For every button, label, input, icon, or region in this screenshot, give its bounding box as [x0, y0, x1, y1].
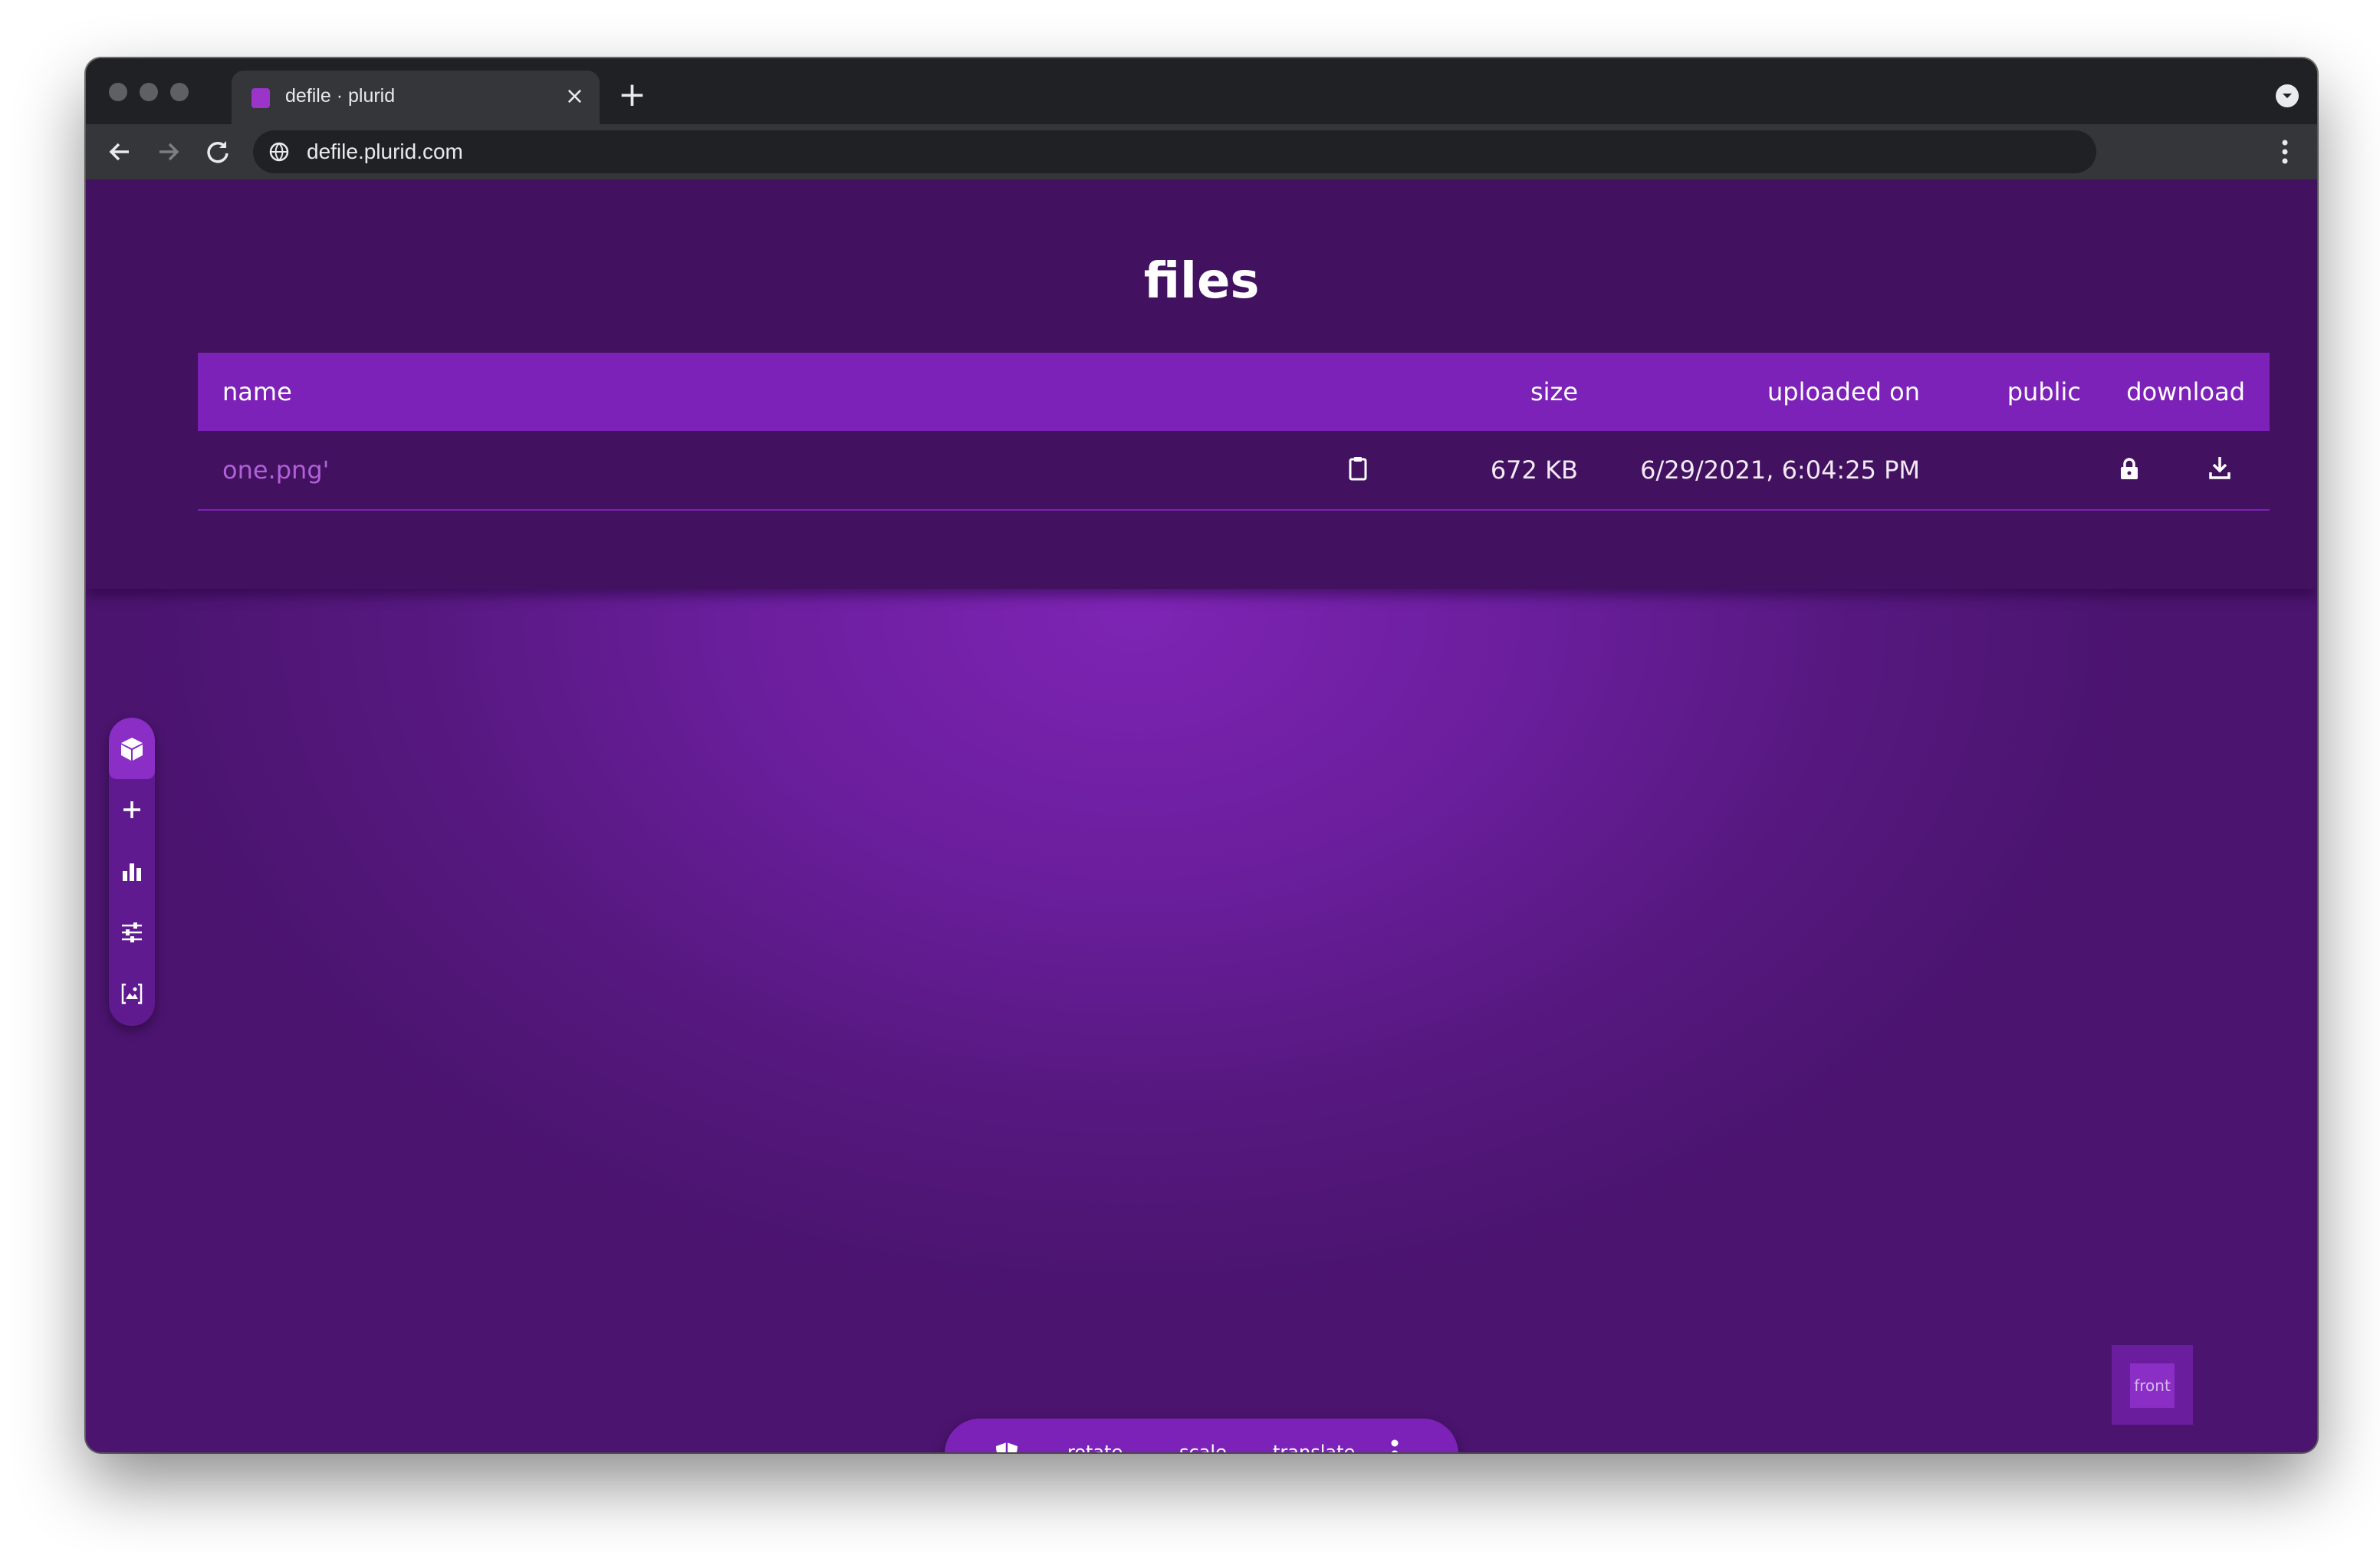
sliders-icon[interactable]: [109, 902, 155, 963]
back-arrow-icon[interactable]: [104, 136, 135, 167]
lock-icon[interactable]: [2119, 457, 2139, 486]
plurid-favicon-icon: [251, 88, 270, 108]
address-bar[interactable]: defile.plurid.com: [253, 130, 2096, 173]
minimize-window-button[interactable]: [140, 83, 158, 101]
rotate-button[interactable]: rotate: [1067, 1442, 1123, 1452]
close-window-button[interactable]: [109, 83, 127, 101]
tab-bar: defile · plurid × +: [86, 58, 2317, 124]
tab-search-icon[interactable]: [2276, 84, 2299, 107]
forward-arrow-icon[interactable]: [153, 136, 184, 167]
header-name: name: [222, 377, 292, 406]
translate-button[interactable]: translate: [1273, 1442, 1355, 1452]
globe-icon: [268, 141, 290, 163]
scale-button[interactable]: scale: [1179, 1442, 1227, 1452]
table-header: name size uploaded on public download: [198, 353, 2270, 431]
download-icon[interactable]: [2208, 455, 2231, 486]
table-row: one.png' 672 KB 6/29/2021, 6:04:25 PM: [198, 431, 2270, 511]
shield-icon[interactable]: [994, 1440, 1020, 1452]
side-toolbar: [109, 718, 155, 1026]
clipboard-icon[interactable]: [1348, 455, 1368, 488]
view-cube[interactable]: front: [2112, 1345, 2193, 1425]
cube-icon[interactable]: [109, 718, 155, 779]
browser-tab[interactable]: defile · plurid ×: [232, 71, 600, 124]
header-public: public: [2007, 377, 2081, 406]
header-download: download: [2126, 377, 2245, 406]
header-uploaded-on: uploaded on: [1767, 377, 1920, 406]
view-cube-face-front[interactable]: front: [2130, 1363, 2175, 1408]
transform-toolbar: rotate scale translate: [945, 1419, 1458, 1452]
more-options-icon[interactable]: [1391, 1439, 1399, 1452]
browser-window: defile · plurid × + defile.plurid.com fi…: [86, 58, 2317, 1452]
browser-toolbar: defile.plurid.com: [86, 124, 2317, 179]
url-text: defile.plurid.com: [307, 140, 463, 163]
file-size: 672 KB: [1490, 455, 1578, 485]
file-name-link[interactable]: one.png': [222, 431, 329, 509]
reload-icon[interactable]: [202, 136, 233, 167]
page-title: files: [1143, 253, 1260, 310]
maximize-window-button[interactable]: [170, 83, 189, 101]
header-size: size: [1530, 377, 1578, 406]
tab-title: defile · plurid: [285, 85, 396, 107]
page-canvas[interactable]: files name size uploaded on public downl…: [86, 179, 2317, 1452]
new-tab-button[interactable]: +: [618, 78, 646, 112]
plus-icon[interactable]: [109, 779, 155, 840]
bar-chart-icon[interactable]: [109, 840, 155, 902]
browser-menu-icon[interactable]: [2282, 138, 2288, 166]
image-scan-icon[interactable]: [109, 963, 155, 1024]
tab-close-icon[interactable]: ×: [565, 83, 584, 110]
file-uploaded-on: 6/29/2021, 6:04:25 PM: [1640, 455, 1920, 485]
files-plane: files name size uploaded on public downl…: [86, 179, 2317, 589]
files-table: name size uploaded on public download on…: [198, 353, 2270, 511]
